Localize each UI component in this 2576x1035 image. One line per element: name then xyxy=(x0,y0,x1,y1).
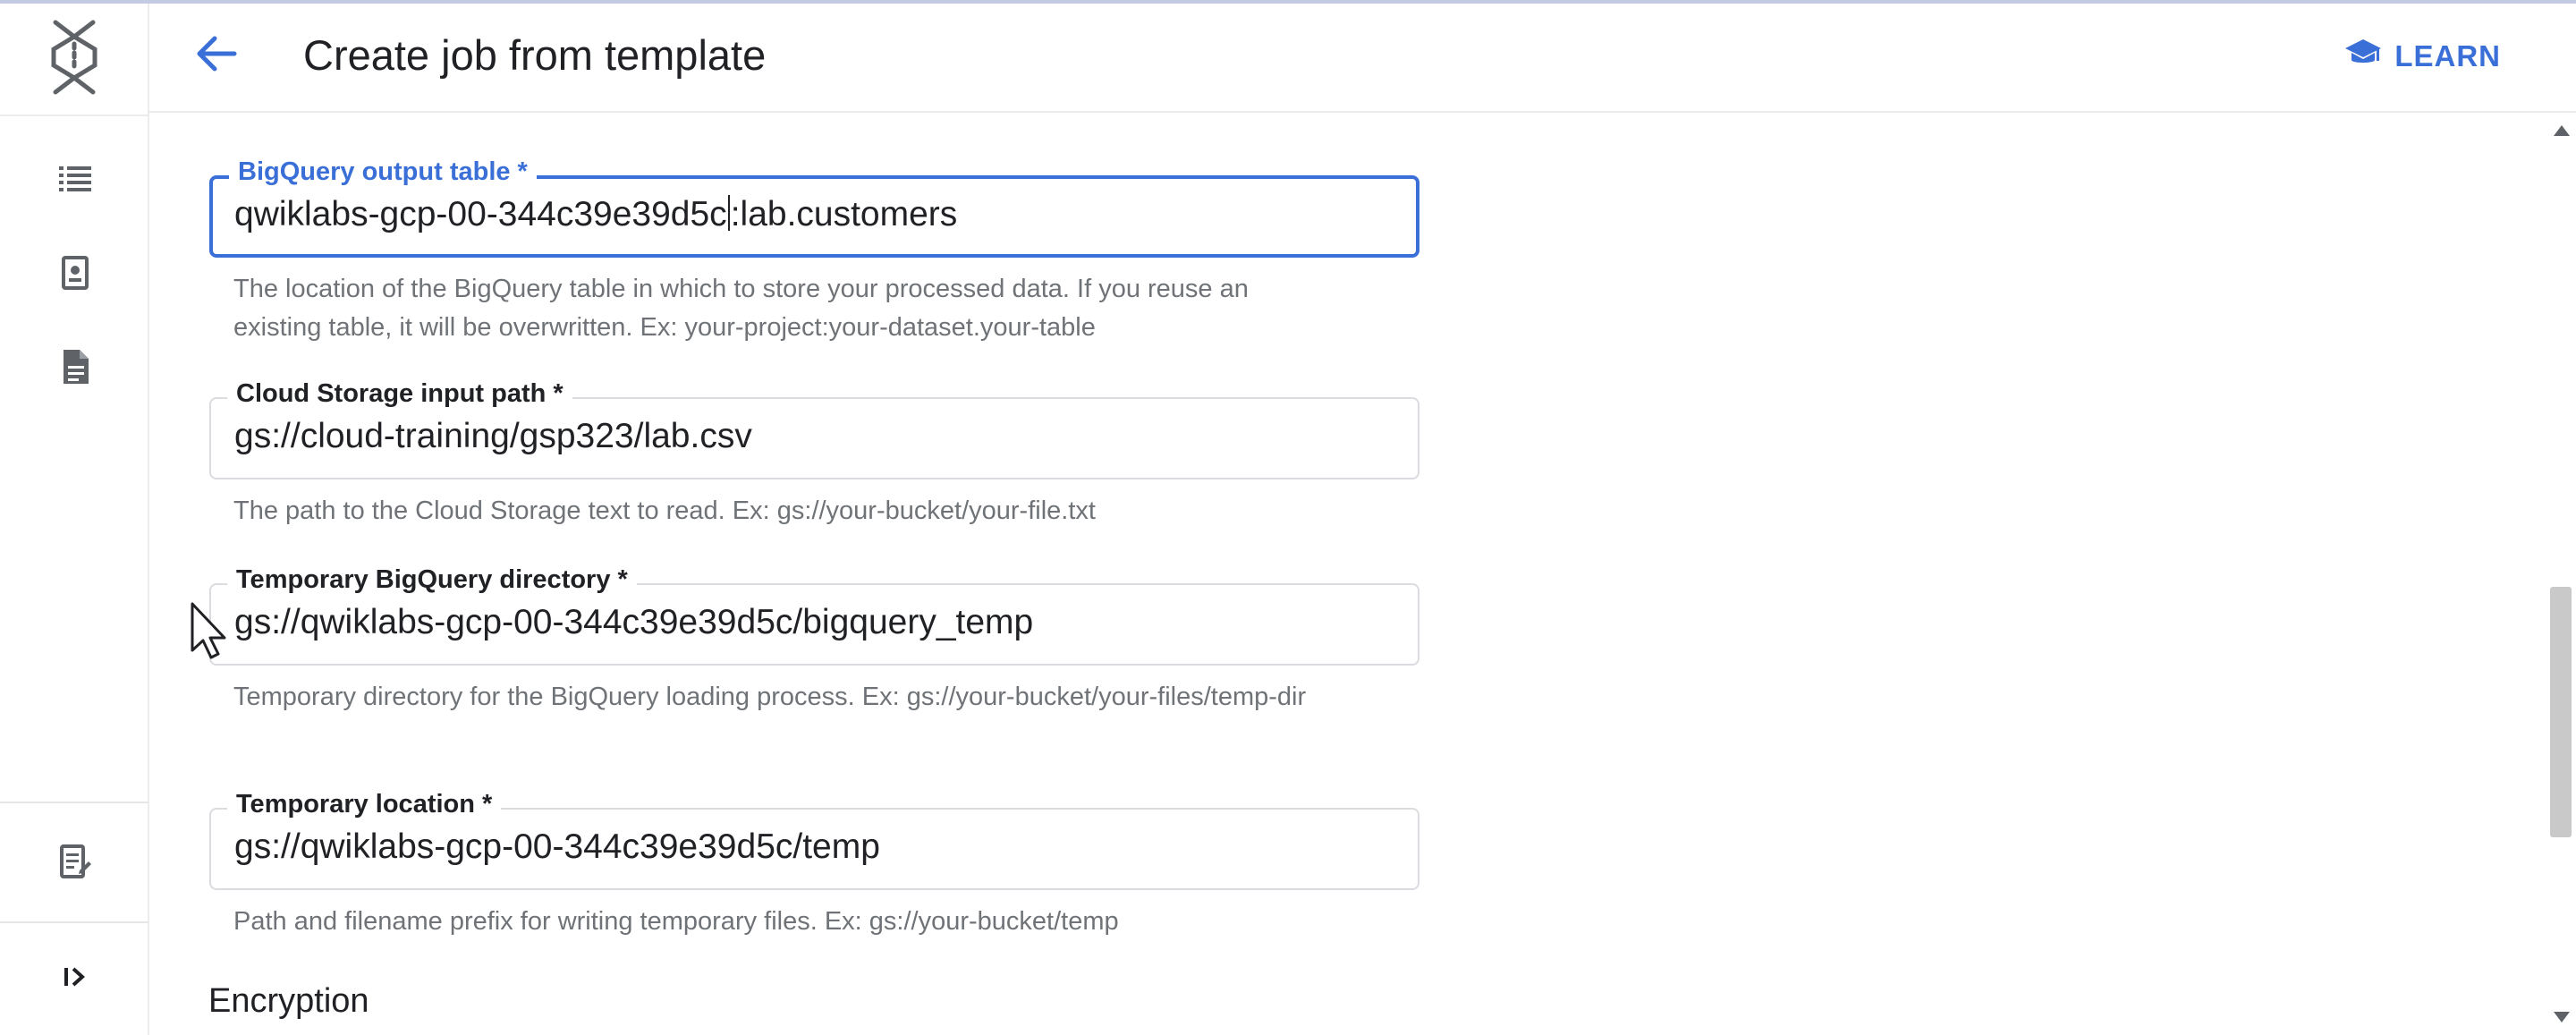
field-value: qwiklabs-gcp-00-344c39e39d5c:lab.custome… xyxy=(234,195,958,233)
field-label: Temporary location * xyxy=(227,790,502,819)
field-label: BigQuery output table * xyxy=(229,157,537,187)
jobs-list-nav[interactable] xyxy=(50,156,100,206)
snapshot-icon xyxy=(59,255,91,295)
field-help-text: The location of the BigQuery table in wh… xyxy=(233,275,1249,342)
left-nav-rail xyxy=(0,4,149,1035)
learn-button[interactable]: LEARN xyxy=(2344,38,2501,75)
field-label: Temporary BigQuery directory * xyxy=(227,565,637,595)
temporary-bigquery-directory-field: Temporary BigQuery directory * gs://qwik… xyxy=(209,565,1419,717)
back-button[interactable] xyxy=(189,29,242,82)
rail-divider xyxy=(0,802,148,803)
field-value: gs://cloud-training/gsp323/lab.csv xyxy=(234,417,752,455)
sql-workspace-nav[interactable] xyxy=(50,344,100,394)
release-notes-icon xyxy=(58,844,92,884)
field-help-text: Path and filename prefix for writing tem… xyxy=(233,907,1119,936)
expand-nav-button[interactable] xyxy=(50,954,100,1004)
temporary-bigquery-directory-input[interactable]: Temporary BigQuery directory * gs://qwik… xyxy=(209,565,1419,666)
cloud-storage-input-path-field: Cloud Storage input path * gs://cloud-tr… xyxy=(209,379,1419,530)
field-label: Cloud Storage input path * xyxy=(227,379,572,409)
field-value: gs://qwiklabs-gcp-00-344c39e39d5c/bigque… xyxy=(234,603,1034,641)
field-help-text: Temporary directory for the BigQuery loa… xyxy=(233,683,1307,711)
vertical-scrollbar[interactable] xyxy=(2546,113,2576,1035)
field-help-text: The path to the Cloud Storage text to re… xyxy=(233,496,1096,525)
school-cap-icon xyxy=(2344,38,2382,75)
page-header: Create job from template LEARN xyxy=(149,4,2576,113)
text-caret xyxy=(727,195,730,231)
arrow-left-icon xyxy=(193,34,238,78)
page-title: Create job from template xyxy=(303,31,767,79)
bigquery-output-table-input[interactable]: BigQuery output table * qwiklabs-gcp-00-… xyxy=(209,157,1419,258)
dataflow-logo-icon xyxy=(45,17,104,102)
rail-divider xyxy=(0,921,148,923)
temporary-location-field: Temporary location * gs://qwiklabs-gcp-0… xyxy=(209,790,1419,941)
list-icon xyxy=(57,161,93,201)
encryption-section-title[interactable]: Encryption xyxy=(208,982,369,1021)
temporary-location-input[interactable]: Temporary location * gs://qwiklabs-gcp-0… xyxy=(209,790,1419,890)
learn-label: LEARN xyxy=(2394,39,2501,72)
snapshots-nav[interactable] xyxy=(50,250,100,300)
release-notes-nav[interactable] xyxy=(50,838,100,888)
scroll-up-arrow-icon[interactable] xyxy=(2554,125,2570,136)
scrollbar-thumb[interactable] xyxy=(2550,587,2572,837)
field-value: gs://qwiklabs-gcp-00-344c39e39d5c/temp xyxy=(234,827,880,866)
form-content: BigQuery output table * qwiklabs-gcp-00-… xyxy=(149,113,2546,1035)
cloud-storage-input-path-input[interactable]: Cloud Storage input path * gs://cloud-tr… xyxy=(209,379,1419,479)
expand-panel-icon xyxy=(59,963,91,996)
scroll-down-arrow-icon[interactable] xyxy=(2554,1012,2570,1022)
document-icon xyxy=(59,348,91,390)
product-logo[interactable] xyxy=(0,4,148,116)
bigquery-output-table-field: BigQuery output table * qwiklabs-gcp-00-… xyxy=(209,157,1419,347)
